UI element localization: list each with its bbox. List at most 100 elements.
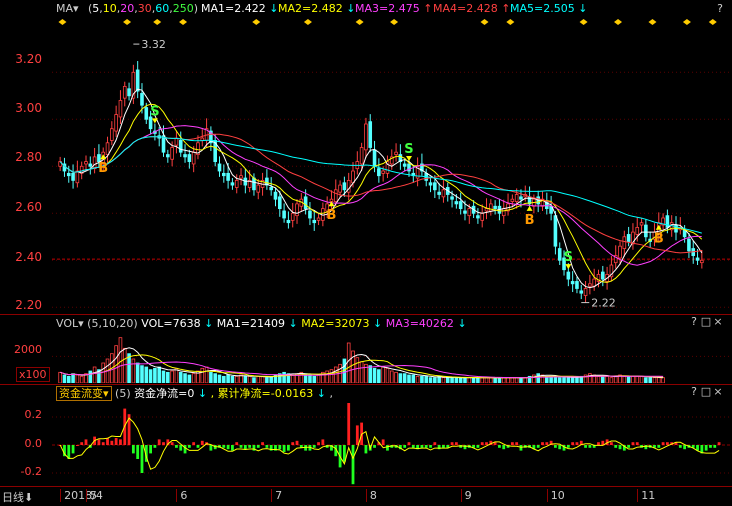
candle-body	[639, 222, 644, 226]
volume-bar	[92, 366, 97, 383]
ma-param-2: 10	[102, 2, 117, 15]
volume-bar	[523, 377, 528, 383]
flow-bar	[153, 445, 157, 448]
flow-bar	[545, 442, 549, 445]
candle-body	[277, 196, 282, 210]
flow-bar	[704, 445, 708, 451]
flow-bar	[407, 442, 411, 445]
help-button[interactable]: ?	[688, 385, 700, 398]
flow-bar	[713, 445, 717, 448]
minimize-button[interactable]: □	[700, 315, 712, 328]
flow-window-controls: ? □ ×	[688, 385, 724, 398]
volume-bar	[191, 373, 196, 383]
volume-bar	[566, 377, 571, 383]
ma5-value: MA5=2.505	[510, 2, 575, 15]
ma-param-6: 250	[172, 2, 194, 15]
time-axis: 日线⬇ 2018/4 5 6 7 8 9 10 11	[0, 486, 732, 506]
sell-signal: S	[723, 18, 732, 22]
help-button[interactable]: ?	[714, 0, 726, 18]
flow-bar	[106, 438, 109, 445]
flow-bar	[485, 442, 488, 445]
candle-body	[635, 226, 640, 235]
flow-indicator-dropdown[interactable]: 资金流变▾	[56, 386, 112, 401]
price-tick: 2.80	[15, 150, 42, 164]
volume-bar	[441, 377, 446, 383]
volume-bar	[217, 374, 222, 383]
ma-param-5: 60	[155, 2, 170, 15]
help-button[interactable]: ?	[688, 315, 700, 328]
volume-bar	[166, 371, 170, 383]
ma-param-1: 5	[92, 2, 100, 15]
flow-bar	[420, 445, 424, 448]
ma-indicator-dropdown[interactable]: MA▾	[56, 0, 79, 18]
volume-bar	[484, 377, 489, 383]
volume-bar	[66, 375, 71, 383]
candlestick-chart[interactable]: B S B S B S B S 3.32 2.22	[52, 18, 732, 314]
volume-bar	[463, 377, 467, 383]
flow-tick: 0.2	[24, 408, 43, 421]
flow-bar	[709, 445, 712, 448]
candle-body	[600, 271, 605, 280]
flow-bar	[110, 440, 114, 445]
volume-bar	[476, 377, 480, 383]
flow-bar	[442, 445, 445, 448]
candle-body	[312, 219, 317, 224]
minimize-button[interactable]: □	[700, 385, 712, 398]
flow-bar	[239, 445, 243, 448]
volume-bar	[256, 375, 261, 383]
volume-bar	[626, 375, 631, 383]
arrow-down-icon: ↓	[578, 2, 588, 15]
candle-body	[226, 172, 230, 181]
volume-bar	[71, 373, 75, 383]
candle-body	[588, 283, 592, 287]
signal-marker	[526, 205, 533, 211]
candle-body	[92, 156, 97, 170]
vol-indicator-dropdown[interactable]: VOL▾	[56, 317, 84, 330]
flow-bar	[222, 445, 226, 448]
flow-bar	[101, 442, 105, 445]
vol-unit: x100	[16, 367, 50, 382]
volume-chart[interactable]	[52, 333, 732, 383]
volume-bar	[454, 377, 459, 383]
flow-bar	[502, 445, 506, 450]
volume-bar	[402, 373, 407, 383]
candle-body	[351, 170, 355, 184]
event-marker	[252, 19, 261, 25]
flow-bar	[373, 445, 376, 448]
ma3-value: MA3=2.475	[355, 2, 420, 15]
candle-body	[178, 140, 183, 153]
vol-params: (5,10,20)	[87, 317, 138, 330]
params-close: )	[193, 2, 199, 15]
volume-bar	[127, 353, 131, 383]
close-button[interactable]: ×	[712, 385, 724, 398]
candle-body	[467, 208, 472, 217]
buy-signal: B	[654, 232, 664, 247]
flow-panel: 资金流变▾ (5) 资金净流=0 ↓ , 累计净流=-0.0163 ↓ , ? □…	[0, 384, 732, 485]
volume-bar	[75, 374, 80, 383]
flow-bar	[170, 442, 174, 445]
volume-bar	[501, 377, 506, 383]
flow-bar	[235, 442, 239, 445]
flow-bar	[411, 445, 415, 448]
candle-body	[566, 271, 571, 280]
volume-bar	[101, 362, 106, 383]
money-flow-chart[interactable]	[52, 403, 732, 485]
event-marker	[682, 19, 691, 25]
volume-bar	[661, 377, 665, 383]
sell-signal: S	[150, 104, 159, 119]
candle-body	[183, 154, 187, 158]
flow-bar	[175, 445, 178, 448]
candle-body	[256, 184, 261, 193]
candle-body	[234, 179, 239, 188]
volume-bar	[433, 377, 437, 383]
close-button[interactable]: ×	[712, 315, 724, 328]
volume-bar	[377, 369, 381, 383]
volume-bar	[652, 377, 657, 383]
flow-bar	[278, 445, 282, 450]
time-label: 9	[460, 489, 472, 502]
volume-bar	[135, 362, 140, 383]
volume-bar	[333, 366, 338, 383]
volume-bar	[308, 374, 312, 383]
flow-bar	[364, 445, 368, 454]
flow-bar	[558, 445, 562, 450]
